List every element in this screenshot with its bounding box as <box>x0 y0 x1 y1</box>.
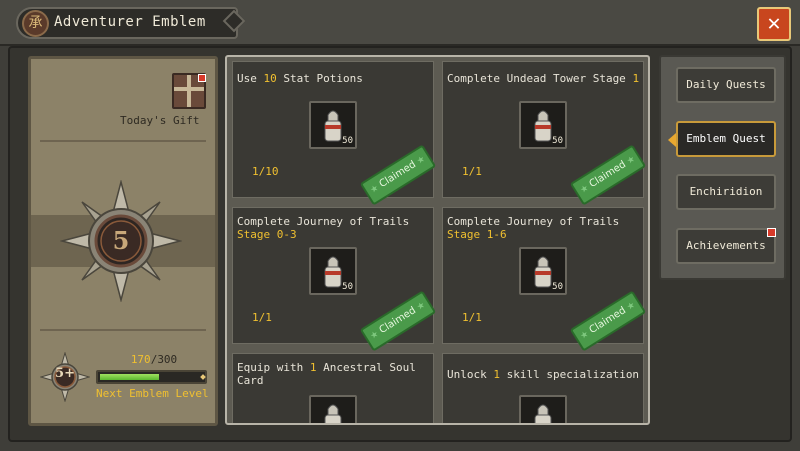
quest-title: Unlock 1 skill specialization <box>447 368 643 381</box>
divider <box>40 140 206 142</box>
claimed-label: Claimed <box>377 159 418 191</box>
reward-item-count: 50 <box>552 136 563 146</box>
quest-title-text: Complete Journey of Trails <box>447 215 620 228</box>
quest-title-text: Stat Potions <box>276 72 363 85</box>
reward-item-slot[interactable]: 50 <box>309 101 357 149</box>
gift-notification-dot <box>198 74 206 82</box>
quest-progress: 1/1 <box>252 311 272 324</box>
tab-daily-quests[interactable]: Daily Quests <box>676 67 776 103</box>
quest-title-number: 10 <box>263 72 277 85</box>
small-level-value: 5 <box>55 366 65 381</box>
xp-counter: 170/300 <box>100 353 208 366</box>
reward-item-count: 50 <box>342 282 353 292</box>
claimed-stamp: ★ Claimed ★ <box>359 290 437 352</box>
close-button[interactable]: ✕ <box>757 7 791 41</box>
divider <box>40 329 206 331</box>
reward-item-slot[interactable]: 50 <box>519 101 567 149</box>
quest-card: Unlock 1 skill specialization <box>442 353 644 423</box>
reward-item-slot[interactable]: 50 <box>519 247 567 295</box>
tab-emblem-quest[interactable]: Emblem Quest <box>676 121 776 157</box>
quest-title-text: Complete Undead Tower Stage <box>447 72 633 85</box>
claimed-stamp: ★ Claimed ★ <box>569 290 647 352</box>
quest-title: Use 10 Stat Potions <box>237 72 433 85</box>
quest-title: Complete Journey of Trails Stage 1-6 <box>447 215 643 241</box>
quest-card: Complete Journey of Trails Stage 1-6 50 1… <box>442 207 647 352</box>
quest-title-number: 1 <box>632 72 640 85</box>
quest-title-text: Unlock <box>447 368 494 381</box>
xp-progress-fill <box>100 374 159 380</box>
quest-title-text: skill specialization <box>499 368 640 381</box>
quest-card: Complete Journey of Trails Stage 0-3 50 1… <box>232 207 437 352</box>
quest-title-text: Equip with <box>237 361 310 374</box>
emblem-level-number: 5 <box>112 226 130 255</box>
window-title: Adventurer Emblem <box>54 14 206 30</box>
tab-achievements[interactable]: Achievements <box>676 228 776 264</box>
reward-item-slot[interactable] <box>519 395 567 423</box>
xp-current: 170 <box>130 353 151 366</box>
claimed-stamp: ★ Claimed ★ <box>359 144 437 206</box>
quest-progress: 1/1 <box>462 165 482 178</box>
reward-item-count: 50 <box>552 282 563 292</box>
reward-item-count: 50 <box>342 136 353 146</box>
quest-subtitle: Stage 0-3 <box>237 228 297 241</box>
quest-title: Equip with 1 Ancestral Soul Card <box>237 361 433 387</box>
quest-progress: 1/1 <box>462 311 482 324</box>
stat-potion-scroll-icon <box>324 404 342 423</box>
xp-max: 300 <box>157 353 178 366</box>
active-tab-pointer-icon <box>668 133 676 147</box>
quest-card: Equip with 1 Ancestral Soul Card <box>232 353 434 423</box>
quest-title: Complete Journey of Trails Stage 0-3 <box>237 215 433 241</box>
next-emblem-level-label: Next Emblem Level <box>96 387 209 400</box>
claimed-stamp: ★ Claimed ★ <box>569 144 647 206</box>
claimed-label: Claimed <box>377 305 418 337</box>
reward-item-slot[interactable]: 50 <box>309 247 357 295</box>
quest-title-number: 1 <box>493 368 500 381</box>
quest-list[interactable]: Use 10 Stat Potions 50 1/10 ★ Claimed ★ … <box>225 55 650 425</box>
claimed-label: Claimed <box>587 305 628 337</box>
quest-card: Complete Undead Tower Stage 1 50 1/1 ★ C… <box>442 61 647 206</box>
tab-enchiridion[interactable]: Enchiridion <box>676 174 776 210</box>
quest-title: Complete Undead Tower Stage 1 <box>447 72 643 85</box>
achievements-notification-dot <box>767 228 776 237</box>
emblem-title-icon: 承 <box>22 10 49 37</box>
quest-card: Use 10 Stat Potions 50 1/10 ★ Claimed ★ <box>232 61 437 206</box>
quest-subtitle: Stage 1-6 <box>447 228 507 241</box>
quest-title-text: Complete Journey of Trails <box>237 215 410 228</box>
stat-potion-scroll-icon <box>534 404 552 423</box>
quest-title-text: Use <box>237 72 264 85</box>
todays-gift-label: Today's Gift <box>120 114 200 127</box>
next-emblem-level-number: 5+ <box>55 366 75 381</box>
claimed-label: Claimed <box>587 159 628 191</box>
quest-progress: 1/10 <box>252 165 279 178</box>
reward-item-slot[interactable] <box>309 395 357 423</box>
xp-progress-bar <box>96 370 207 384</box>
